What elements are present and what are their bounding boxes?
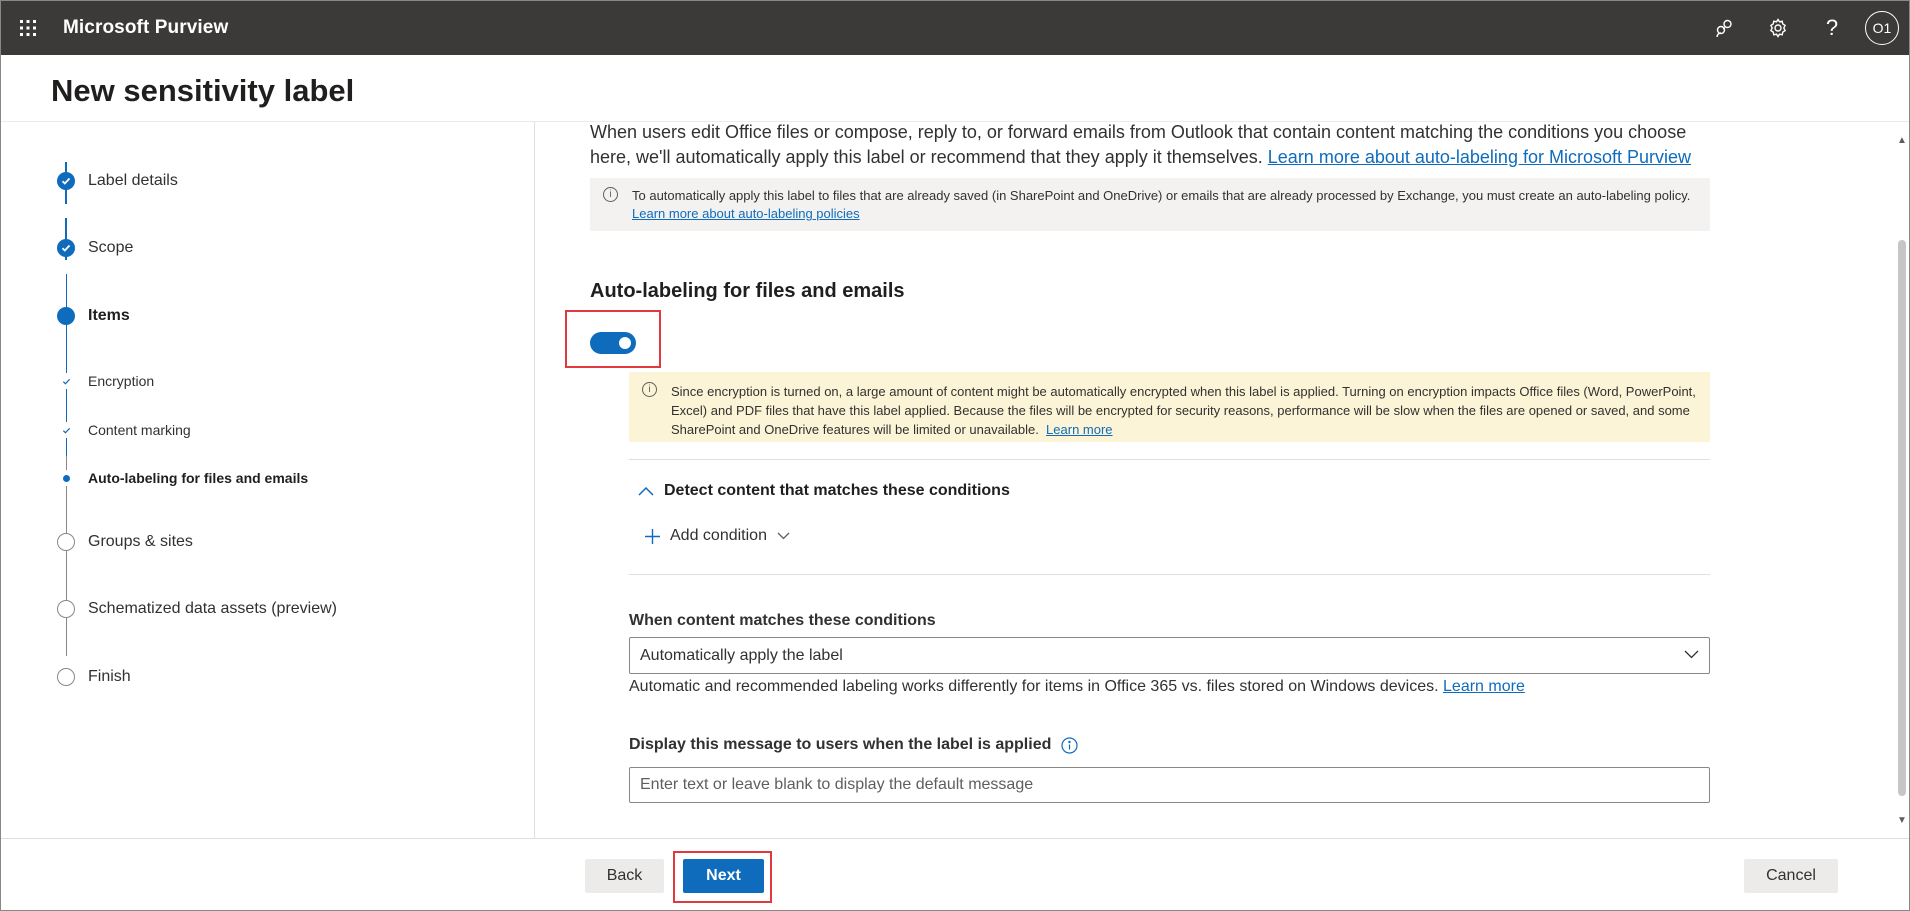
toggle-knob	[619, 337, 631, 349]
chevron-down-icon	[777, 532, 790, 540]
scroll-up-icon[interactable]: ▲	[1897, 136, 1907, 146]
warning-text: Since encryption is turned on, a large a…	[671, 384, 1696, 437]
scroll-down-icon[interactable]: ▼	[1897, 816, 1907, 826]
detect-conditions-header[interactable]: Detect content that matches these condit…	[638, 482, 1010, 500]
wizard-steps-nav: Label details Scope Items Encryption Con…	[1, 122, 535, 838]
step-items[interactable]: Items	[57, 307, 130, 325]
step-connector	[66, 456, 67, 656]
help-description: Automatic and recommended labeling works…	[629, 678, 1439, 695]
current-substep-icon	[60, 472, 72, 484]
topbar-actions: ? O1	[1697, 1, 1909, 55]
step-groups-sites[interactable]: Groups & sites	[57, 533, 193, 551]
app-title[interactable]: Microsoft Purview	[63, 17, 228, 39]
add-condition-label: Add condition	[670, 527, 767, 544]
learn-more-policies-link[interactable]: Learn more about auto-labeling policies	[632, 206, 860, 221]
learn-more-labeling-link[interactable]: Learn more	[1443, 678, 1525, 695]
pending-step-icon	[57, 533, 75, 551]
substep-encryption[interactable]: Encryption	[60, 373, 155, 389]
encryption-warning-bar: i Since encryption is turned on, a large…	[629, 372, 1710, 442]
main-content: When users edit Office files or compose,…	[536, 122, 1893, 838]
message-label-text: Display this message to users when the l…	[629, 736, 1052, 753]
checkmark-icon	[60, 424, 72, 436]
help-icon[interactable]: ?	[1805, 1, 1859, 55]
pending-step-icon	[57, 600, 75, 618]
step-schematized-data-assets[interactable]: Schematized data assets (preview)	[57, 600, 337, 618]
step-scope[interactable]: Scope	[57, 239, 133, 257]
step-label: Finish	[88, 668, 131, 685]
checkmark-icon	[57, 239, 75, 257]
when-matches-label: When content matches these conditions	[629, 612, 936, 629]
info-text: To automatically apply this label to fil…	[632, 188, 1691, 203]
community-icon[interactable]	[1697, 1, 1751, 55]
dropdown-value: Automatically apply the label	[640, 646, 843, 664]
step-finish[interactable]: Finish	[57, 668, 131, 686]
step-label: Groups & sites	[88, 533, 193, 550]
substep-label: Encryption	[88, 373, 155, 389]
auto-labeling-toggle[interactable]	[590, 332, 636, 354]
page-title: New sensitivity label	[51, 73, 355, 108]
info-icon[interactable]	[1061, 736, 1078, 754]
message-field-label: Display this message to users when the l…	[629, 736, 1078, 754]
detect-conditions-title: Detect content that matches these condit…	[664, 482, 1010, 499]
current-step-icon	[57, 307, 75, 325]
learn-more-auto-labeling-link[interactable]: Learn more about auto-labeling for Micro…	[1268, 147, 1691, 167]
main-scrollbar[interactable]: ▲ ▼	[1893, 122, 1909, 838]
avatar[interactable]: O1	[1865, 11, 1899, 45]
pending-step-icon	[57, 668, 75, 686]
substep-auto-labeling[interactable]: Auto-labeling for files and emails	[60, 470, 309, 486]
intro-text: When users edit Office files or compose,…	[590, 122, 1720, 170]
gear-icon[interactable]	[1751, 1, 1805, 55]
info-icon: i	[642, 382, 657, 397]
step-label: Schematized data assets (preview)	[88, 600, 337, 617]
substep-content-marking[interactable]: Content marking	[60, 422, 191, 438]
app-window: Microsoft Purview ? O1 New sensitivity l…	[0, 0, 1910, 911]
apply-label-dropdown[interactable]: Automatically apply the label	[629, 637, 1710, 674]
step-label-details[interactable]: Label details	[57, 172, 178, 190]
checkmark-icon	[60, 375, 72, 387]
step-label: Label details	[88, 172, 178, 189]
step-label: Scope	[88, 239, 134, 256]
scrollbar-thumb[interactable]	[1898, 240, 1906, 796]
back-button[interactable]: Back	[585, 859, 664, 893]
learn-more-encryption-link[interactable]: Learn more	[1046, 422, 1112, 437]
chevron-down-icon	[1684, 646, 1699, 664]
labeling-help-text: Automatic and recommended labeling works…	[629, 678, 1525, 696]
step-label: Items	[88, 307, 130, 324]
top-bar: Microsoft Purview ? O1	[1, 1, 1909, 55]
divider	[629, 574, 1710, 575]
divider	[629, 459, 1710, 460]
section-title: Auto-labeling for files and emails	[590, 280, 905, 302]
cancel-button[interactable]: Cancel	[1744, 859, 1838, 893]
info-message-bar: i To automatically apply this label to f…	[590, 178, 1710, 231]
checkmark-icon	[57, 172, 75, 190]
info-icon: i	[603, 187, 618, 202]
next-button[interactable]: Next	[683, 859, 764, 893]
substep-label: Content marking	[88, 422, 191, 438]
user-message-input[interactable]	[629, 767, 1710, 803]
add-condition-button[interactable]: Add condition	[644, 527, 790, 545]
substep-label: Auto-labeling for files and emails	[88, 470, 309, 486]
app-launcher-icon[interactable]	[1, 1, 55, 55]
chevron-up-icon	[638, 486, 654, 496]
wizard-footer: Back Next Cancel	[1, 838, 1909, 910]
plus-icon	[644, 528, 661, 545]
